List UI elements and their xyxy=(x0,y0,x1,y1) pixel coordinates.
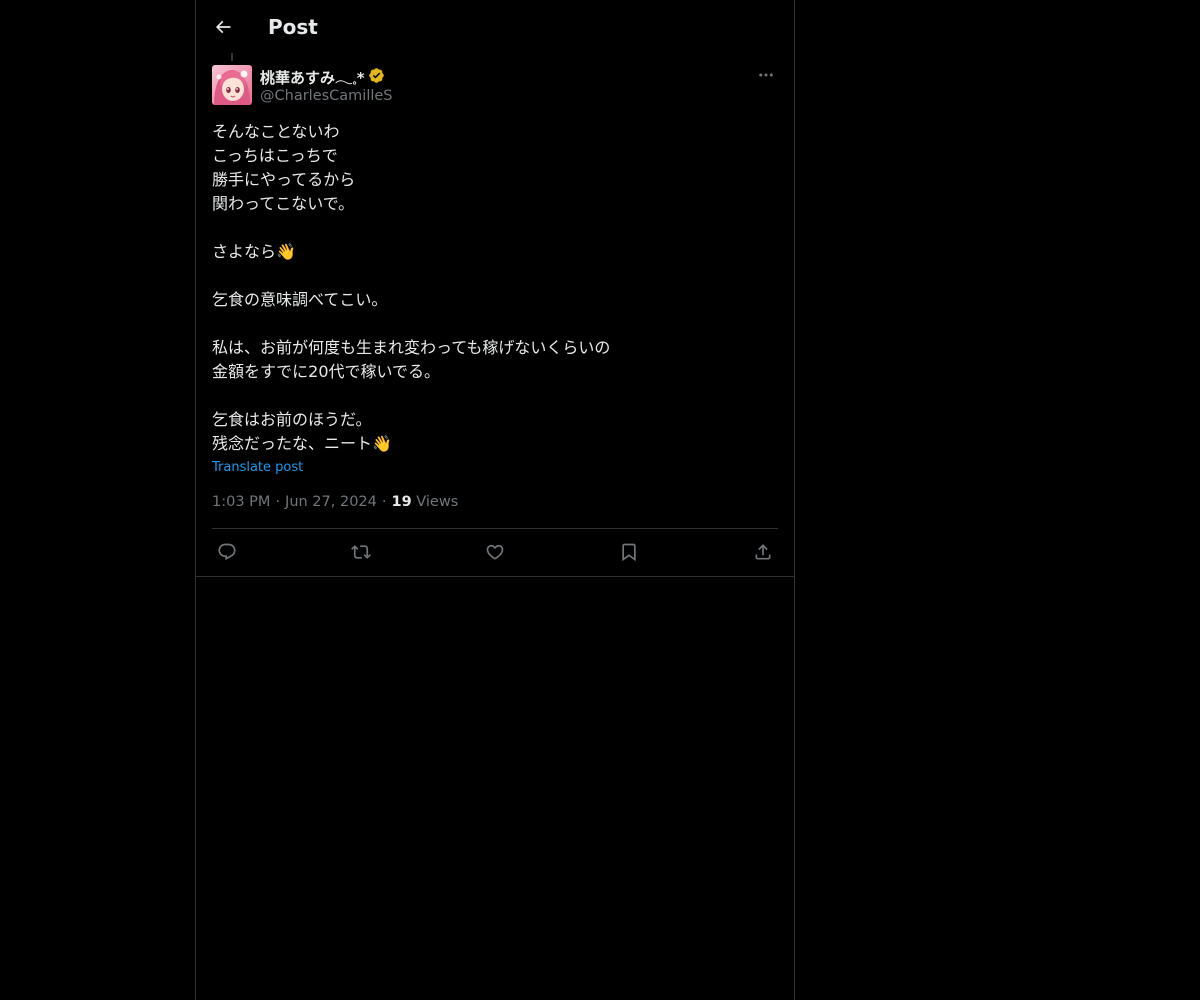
post-metadata: 1:03 PM · Jun 27, 2024 · 19 Views xyxy=(212,492,778,512)
display-name: 桃華あすみ𓂃𓈒* xyxy=(260,68,365,87)
reply-button[interactable] xyxy=(216,541,238,563)
meta-separator: · xyxy=(381,494,387,510)
main-column: Post 桃華あすみ𓂃𓈒* @CharlesCamilleS そんなことないわ … xyxy=(195,0,795,1000)
bookmark-button[interactable] xyxy=(618,541,640,563)
translate-post-link[interactable]: Translate post xyxy=(212,458,303,478)
reply-icon xyxy=(217,542,237,562)
verified-badge-icon[interactable] xyxy=(368,67,385,84)
avatar[interactable] xyxy=(212,65,252,105)
repost-button[interactable] xyxy=(350,541,372,563)
more-options-button[interactable] xyxy=(754,64,778,86)
post-date[interactable]: Jun 27, 2024 xyxy=(285,494,377,510)
arrow-left-icon xyxy=(213,17,233,37)
author-handle[interactable]: @CharlesCamilleS xyxy=(260,86,393,106)
page-title: Post xyxy=(268,15,318,39)
top-header: Post xyxy=(196,0,794,53)
views-count: 19 xyxy=(391,494,412,510)
share-button[interactable] xyxy=(752,541,774,563)
action-bar xyxy=(212,529,778,576)
author-names: 桃華あすみ𓂃𓈒* @CharlesCamilleS xyxy=(260,64,393,106)
post-author-row: 桃華あすみ𓂃𓈒* @CharlesCamilleS xyxy=(212,64,778,106)
heart-icon xyxy=(485,542,505,562)
back-button[interactable] xyxy=(208,12,238,42)
post-bottom-border xyxy=(196,576,794,577)
post: 桃華あすみ𓂃𓈒* @CharlesCamilleS そんなことないわ こっちはこ… xyxy=(212,64,778,576)
more-dots-icon xyxy=(757,66,775,84)
display-name-link[interactable]: 桃華あすみ𓂃𓈒* xyxy=(260,64,393,87)
bookmark-icon xyxy=(619,542,639,562)
thread-connector-line xyxy=(231,53,233,61)
share-icon xyxy=(753,542,773,562)
repost-icon xyxy=(351,542,371,562)
post-time[interactable]: 1:03 PM xyxy=(212,494,270,510)
meta-separator: · xyxy=(275,494,281,510)
like-button[interactable] xyxy=(484,541,506,563)
views-label: Views xyxy=(416,494,459,510)
post-text: そんなことないわ こっちはこっちで 勝手にやってるから 関わってこないで。 さよ… xyxy=(212,122,611,453)
